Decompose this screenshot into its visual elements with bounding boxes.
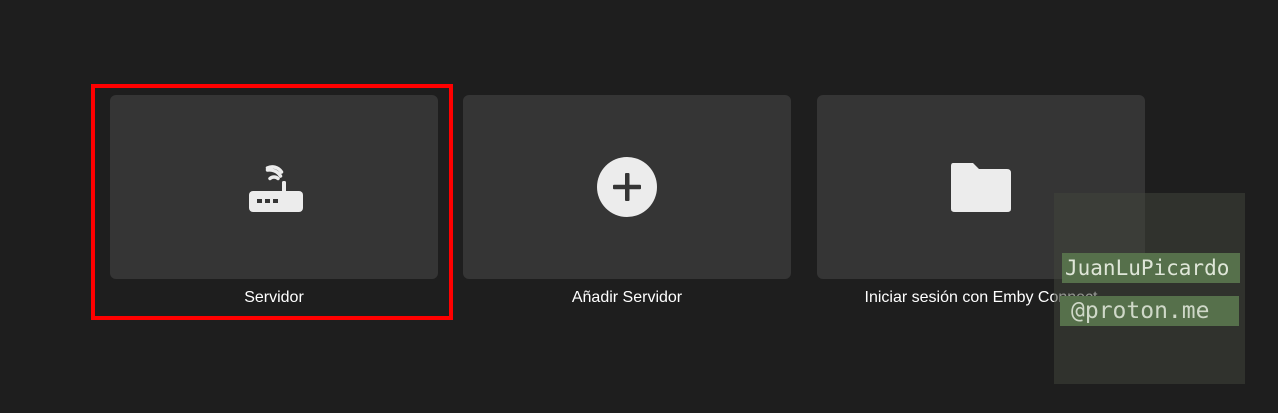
add-server-card[interactable]: Añadir Servidor: [463, 95, 791, 306]
add-server-tile[interactable]: [463, 95, 791, 279]
add-circle-icon: [597, 157, 657, 217]
add-server-label: Añadir Servidor: [571, 289, 683, 306]
watermark-line-1: JuanLuPicardo: [1062, 253, 1240, 283]
server-label: Servidor: [244, 289, 304, 306]
router-icon: [249, 165, 303, 212]
server-tile[interactable]: [110, 95, 438, 279]
watermark: JuanLuPicardo @proton.me: [1054, 193, 1245, 384]
watermark-line-2: @proton.me: [1060, 296, 1239, 326]
folder-icon: [951, 163, 1011, 212]
server-selection-screen: Servidor Añadir Servidor Iniciar sesión …: [0, 0, 1278, 413]
server-card[interactable]: Servidor: [110, 95, 438, 306]
